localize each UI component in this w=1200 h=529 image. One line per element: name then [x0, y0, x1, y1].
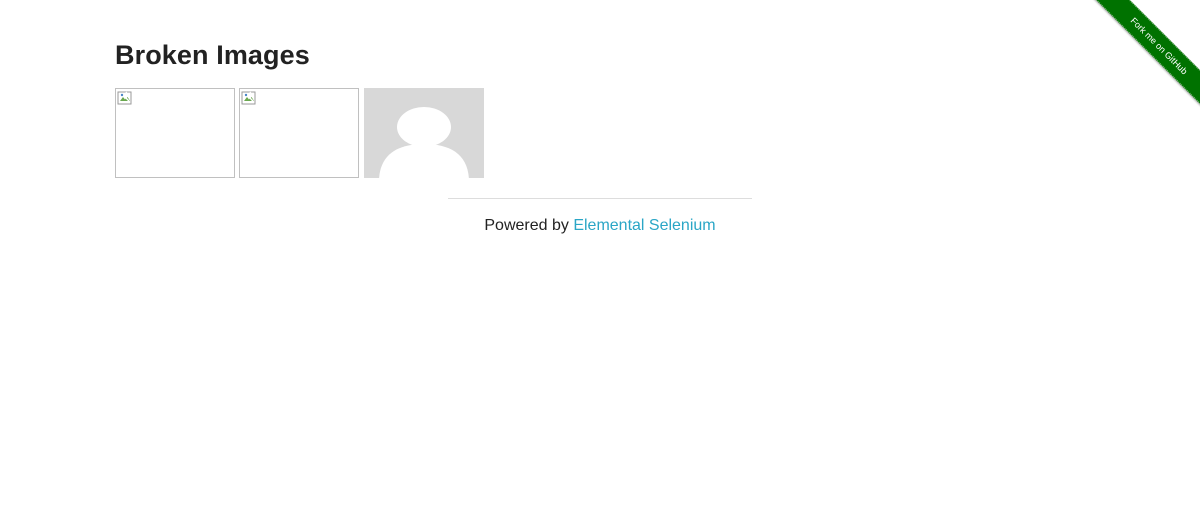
- footer-divider: [448, 198, 752, 199]
- image-gallery: [115, 88, 515, 178]
- fork-me-ribbon-link[interactable]: Fork me on GitHub: [1079, 0, 1200, 126]
- elemental-selenium-link[interactable]: Elemental Selenium: [573, 217, 715, 234]
- github-ribbon[interactable]: Fork me on GitHub: [1051, 0, 1200, 149]
- avatar-placeholder-icon: [364, 88, 484, 178]
- avatar-image: [364, 88, 484, 178]
- content: Broken Images: [115, 38, 1085, 72]
- footer-prefix: Powered by: [484, 217, 574, 234]
- page: Fork me on GitHub Broken Images Powered …: [0, 0, 1200, 529]
- page-title: Broken Images: [115, 40, 310, 70]
- footer: Powered by Elemental Selenium: [448, 215, 752, 237]
- broken-image-icon: [241, 91, 256, 105]
- broken-image-icon: [117, 91, 132, 105]
- broken-image-1: [115, 88, 235, 178]
- broken-image-2: [239, 88, 359, 178]
